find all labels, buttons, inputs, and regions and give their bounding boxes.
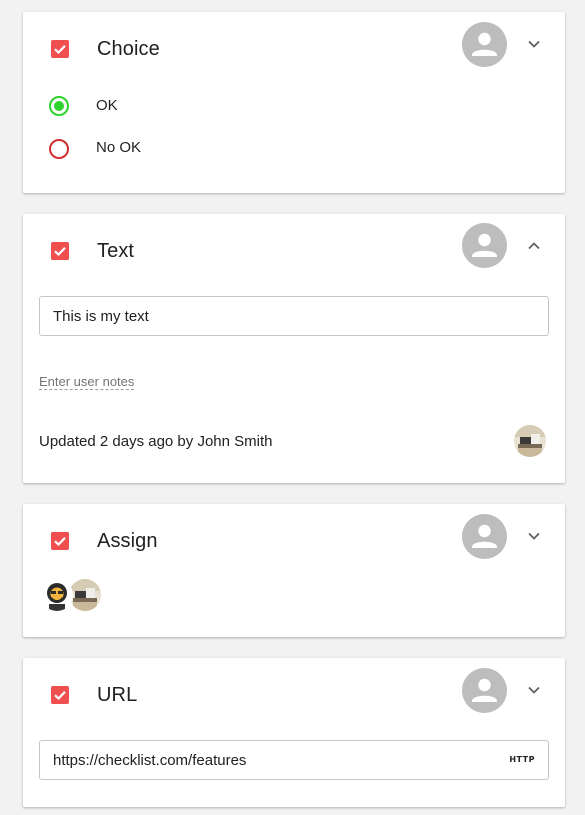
user-notes-link[interactable]: Enter user notes <box>39 374 135 390</box>
card-title: Assign <box>97 530 158 552</box>
card-title: Text <box>97 240 135 262</box>
user-avatar[interactable] <box>514 425 546 457</box>
assignee-avatar[interactable] <box>41 579 73 611</box>
choice-card: Choice OK No OK <box>23 12 565 193</box>
chevron-down-icon[interactable] <box>524 526 544 546</box>
checkbox-checked-icon[interactable] <box>51 40 69 58</box>
radio-label: No OK <box>96 139 142 156</box>
checkbox-checked-icon[interactable] <box>51 686 69 704</box>
url-field-wrapper: HTTP <box>39 740 549 780</box>
checkbox-checked-icon[interactable] <box>51 242 69 260</box>
assign-card: Assign <box>23 504 565 637</box>
text-card: Text Enter user notes Updated 2 days ago… <box>23 214 565 483</box>
radio-button[interactable] <box>49 139 69 159</box>
card-title: URL <box>97 684 138 706</box>
person-icon <box>462 223 507 268</box>
http-badge[interactable]: HTTP <box>509 755 535 764</box>
updated-info: Updated 2 days ago by John Smith <box>39 433 273 450</box>
chevron-up-icon[interactable] <box>524 236 544 256</box>
person-icon <box>462 22 507 67</box>
radio-label: OK <box>96 97 118 114</box>
assignee-avatar[interactable] <box>69 579 101 611</box>
chevron-down-icon[interactable] <box>524 680 544 700</box>
radio-button-selected[interactable] <box>49 96 69 116</box>
person-icon <box>462 514 507 559</box>
url-card: URL HTTP <box>23 658 565 807</box>
card-title: Choice <box>97 38 160 60</box>
url-input[interactable] <box>39 740 549 780</box>
text-input[interactable] <box>39 296 549 336</box>
chevron-down-icon[interactable] <box>524 34 544 54</box>
person-icon <box>462 668 507 713</box>
checkbox-checked-icon[interactable] <box>51 532 69 550</box>
